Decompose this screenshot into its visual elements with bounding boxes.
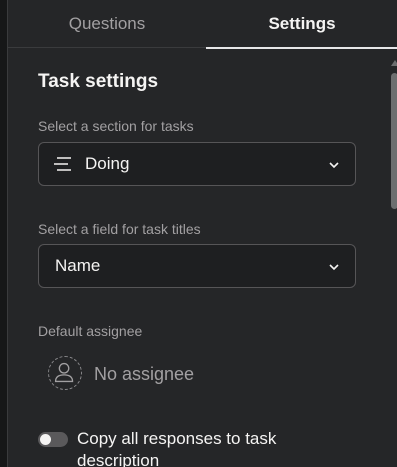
section-lines-icon (54, 157, 71, 171)
copy-responses-toggle[interactable] (38, 432, 68, 447)
tab-settings[interactable]: Settings (206, 0, 397, 49)
settings-content: Task settings Select a section for tasks… (8, 49, 397, 467)
toggle-knob (40, 434, 51, 445)
chevron-down-icon (329, 264, 339, 271)
default-assignee-label: Default assignee (38, 323, 143, 339)
section-select[interactable]: Doing (38, 142, 356, 186)
chevron-down-icon (329, 162, 339, 169)
task-settings-heading: Task settings (38, 71, 159, 92)
section-select-value: Doing (85, 154, 130, 173)
tab-bar: Questions Settings (8, 0, 397, 49)
title-field-value: Name (55, 256, 101, 275)
avatar (48, 356, 82, 390)
title-field-select[interactable]: Name (38, 244, 356, 288)
form-settings-panel: Questions Settings Task settings Select … (7, 0, 397, 467)
left-edge-strip (0, 0, 7, 467)
tab-settings-label: Settings (268, 14, 336, 33)
assignee-value: No assignee (94, 364, 195, 384)
section-select-label: Select a section for tasks (38, 118, 194, 134)
tab-questions[interactable]: Questions (8, 0, 206, 48)
person-icon (54, 362, 74, 383)
copy-responses-label: Copy all responses to task description (77, 429, 277, 467)
title-field-label: Select a field for task titles (38, 221, 201, 237)
